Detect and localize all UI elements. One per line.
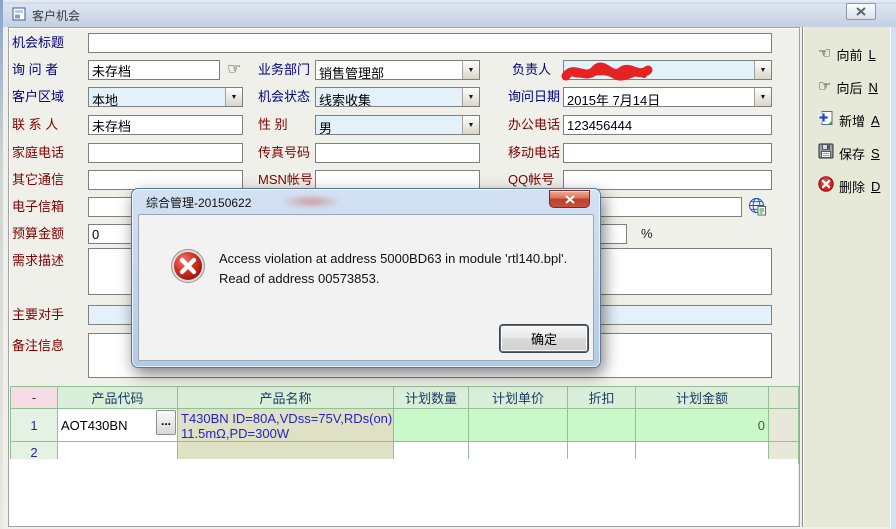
other-comm-input[interactable]: [88, 170, 243, 190]
qq-input[interactable]: [563, 170, 772, 190]
contact-label: 联 系 人: [12, 115, 58, 135]
redaction-smudge: [282, 195, 340, 208]
table-header-row: - 产品代码 产品名称 计划数量 计划单价 折扣 计划金额: [11, 387, 799, 409]
owner-select[interactable]: ▼: [563, 60, 772, 80]
plan-amount-cell[interactable]: 0: [636, 409, 769, 442]
msn-label: MSN帐号: [258, 170, 313, 190]
inquirer-label: 询 问 者: [12, 60, 58, 80]
action-sidebar: [802, 27, 891, 527]
filler-cell: [769, 409, 799, 442]
window-left-border: [0, 0, 3, 529]
prev-record-button[interactable]: ☜ 向前L: [818, 45, 876, 63]
status-label: 机会状态: [258, 87, 310, 107]
opportunity-title-input[interactable]: [88, 33, 772, 53]
msn-input[interactable]: [315, 170, 480, 190]
dialog-close-button[interactable]: [549, 190, 590, 208]
chevron-down-icon[interactable]: ▼: [462, 116, 479, 134]
col-header-product-code[interactable]: 产品代码: [58, 387, 178, 409]
product-table: - 产品代码 产品名称 计划数量 计划单价 折扣 计划金额 1 AOT430BN…: [10, 386, 799, 464]
plan-price-cell[interactable]: [469, 409, 568, 442]
globe-email-icon[interactable]: [748, 197, 767, 219]
chevron-down-icon[interactable]: ▼: [754, 88, 771, 106]
window-right-border: [891, 27, 896, 529]
hand-point-right-icon[interactable]: ☞: [227, 61, 241, 79]
window-titlebar: 客户机会: [3, 4, 896, 27]
business-dept-select[interactable]: 销售管理部 ▼: [315, 60, 480, 80]
col-header-plan-amount[interactable]: 计划金额: [636, 387, 769, 409]
new-document-icon: [818, 110, 834, 130]
hand-point-left-icon: ☜: [818, 46, 831, 62]
chevron-down-icon[interactable]: ▼: [462, 88, 479, 106]
col-header-plan-price[interactable]: 计划单价: [469, 387, 568, 409]
remark-label: 备注信息: [12, 336, 64, 356]
row-number-cell[interactable]: 1: [11, 409, 58, 442]
lookup-ellipsis-button[interactable]: ...: [156, 410, 176, 435]
demand-label: 需求描述: [12, 251, 64, 271]
competitor-label: 主要对手: [12, 305, 64, 325]
col-header-marker[interactable]: -: [11, 387, 58, 409]
home-phone-input[interactable]: [88, 143, 243, 163]
grid-empty-area: [10, 459, 798, 526]
error-message: Access violation at address 5000BD63 in …: [219, 249, 567, 289]
hand-point-right-icon: ☞: [818, 79, 831, 95]
status-select[interactable]: 线索收集 ▼: [315, 87, 480, 107]
inquirer-input[interactable]: [88, 60, 220, 80]
chevron-down-icon[interactable]: ▼: [754, 61, 771, 79]
col-header-plan-qty[interactable]: 计划数量: [394, 387, 469, 409]
chevron-down-icon[interactable]: ▼: [462, 61, 479, 79]
customer-opportunity-window: 客户机会 机会标题 询 问 者 ☞ 业务部门 销售管理部 ▼ 负责人 ▼ 客户区…: [0, 0, 896, 529]
plan-qty-cell[interactable]: [394, 409, 469, 442]
qq-label: QQ帐号: [508, 170, 554, 190]
opportunity-title-label: 机会标题: [12, 33, 64, 53]
save-floppy-icon: [818, 143, 834, 163]
inquiry-date-label: 询问日期: [508, 87, 560, 107]
col-header-filler: [769, 387, 799, 409]
email-label: 电子信箱: [12, 197, 64, 217]
fax-label: 传真号码: [258, 143, 310, 163]
region-select[interactable]: 本地 ▼: [88, 87, 243, 107]
mobile-label: 移动电话: [508, 143, 560, 163]
ok-button[interactable]: 确定: [500, 325, 588, 352]
error-dialog: 综合管理-20150622 Access violation: [131, 188, 601, 368]
budget-label: 预算金额: [12, 224, 64, 244]
percent-suffix: %: [641, 224, 653, 244]
product-code-cell[interactable]: AOT430BN ...: [58, 409, 178, 442]
dialog-body: Access violation at address 5000BD63 in …: [138, 214, 594, 361]
discount-cell[interactable]: [568, 409, 636, 442]
fax-input[interactable]: [315, 143, 480, 163]
other-comm-label: 其它通信: [12, 170, 64, 190]
delete-x-icon: [818, 176, 834, 196]
product-name-cell[interactable]: T430BN ID=80A,VDss=75V,RDs(on)= 11.5mΩ,P…: [178, 409, 394, 442]
error-icon: [170, 248, 206, 287]
window-title: 客户机会: [32, 7, 80, 24]
window-icon: [12, 7, 26, 24]
dialog-title: 综合管理-20150622: [146, 194, 251, 211]
inquiry-date-picker[interactable]: 2015年 7月14日 ▼: [563, 87, 772, 107]
business-dept-label: 业务部门: [258, 60, 310, 80]
region-label: 客户区域: [12, 87, 64, 107]
window-close-button[interactable]: [846, 3, 876, 20]
gender-select[interactable]: 男 ▼: [315, 115, 480, 135]
chevron-down-icon[interactable]: ▼: [225, 88, 242, 106]
owner-label: 负责人: [512, 60, 551, 80]
next-record-button[interactable]: ☞ 向后N: [818, 78, 878, 96]
home-phone-label: 家庭电话: [12, 143, 64, 163]
gender-label: 性 别: [258, 115, 288, 135]
contact-input[interactable]: [88, 115, 243, 135]
mobile-input[interactable]: [563, 143, 772, 163]
table-row: 1 AOT430BN ... T430BN ID=80A,VDss=75V,RD…: [11, 409, 799, 442]
col-header-product-name[interactable]: 产品名称: [178, 387, 394, 409]
col-header-discount[interactable]: 折扣: [568, 387, 636, 409]
office-phone-label: 办公电话: [508, 115, 560, 135]
add-record-button[interactable]: 新增A: [818, 111, 880, 129]
office-phone-input[interactable]: [563, 115, 772, 135]
delete-record-button[interactable]: 删除D: [818, 177, 880, 195]
save-record-button[interactable]: 保存S: [818, 144, 880, 162]
